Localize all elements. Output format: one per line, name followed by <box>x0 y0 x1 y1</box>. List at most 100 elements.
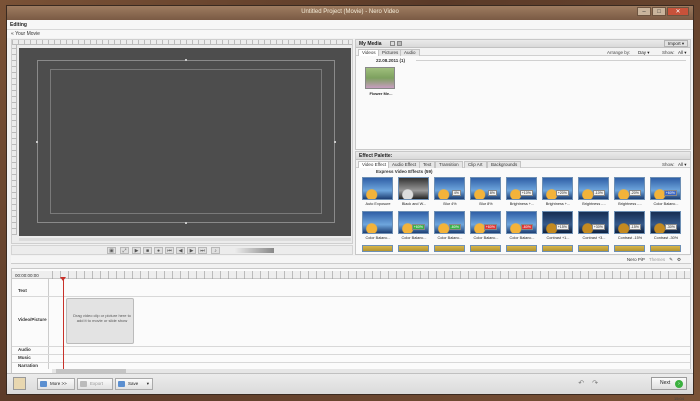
arrange-by-label: Arrange by: <box>607 50 631 55</box>
skip-start-icon[interactable]: ⏮ <box>165 247 174 254</box>
effect-item[interactable]: +60% Color Balanc... <box>648 176 684 210</box>
step-forward-icon[interactable]: ▶ <box>187 247 196 254</box>
effect-item[interactable]: +30% Contrast +3... <box>576 210 612 244</box>
tab-videos[interactable]: Videos <box>358 49 380 56</box>
timeline-ruler[interactable]: 00:00:00:00 <box>12 271 690 279</box>
settings-icon[interactable]: ⚙ <box>677 257 681 263</box>
show-select[interactable]: All ▾ <box>678 162 687 168</box>
express-video-effects-header[interactable]: Express Video Effects (59) <box>376 169 432 174</box>
effect-item[interactable]: 4% Blur 4% <box>432 176 468 210</box>
my-media-header: My Media Import ▾ <box>356 40 690 48</box>
tab-text[interactable]: Text <box>419 161 436 168</box>
nero-pip-button[interactable]: Nero PiP <box>627 257 645 263</box>
record-icon[interactable]: ● <box>154 247 163 254</box>
effect-item[interactable]: -10% Brightness -... <box>576 176 612 210</box>
effect-item[interactable]: -60% Color Balanc... <box>504 210 540 244</box>
volume-icon[interactable]: ♪ <box>211 247 220 254</box>
themes-button[interactable]: Themes <box>649 257 665 263</box>
effect-item[interactable]: +10% Brightness +... <box>504 176 540 210</box>
arrange-by-select[interactable]: Day ▾ <box>638 50 650 56</box>
app-window: Untitled Project (Movie) - Nero Video – … <box>6 5 694 395</box>
stop-icon[interactable]: ■ <box>143 247 152 254</box>
effect-item[interactable]: +20% Brightness +... <box>540 176 576 210</box>
effect-thumbnail <box>506 245 537 252</box>
playhead-marker-icon[interactable] <box>60 277 66 281</box>
undo-icon[interactable]: ↶ <box>578 379 584 387</box>
effect-item[interactable]: 8% Blur 8% <box>468 176 504 210</box>
import-button[interactable]: Import ▾ <box>664 40 688 47</box>
effect-item[interactable]: -20% Brightness -... <box>612 176 648 210</box>
step-back-icon[interactable]: ◀ <box>176 247 185 254</box>
preview-scrollbar[interactable] <box>19 238 351 241</box>
effect-item[interactable]: Auto Exposure <box>360 176 396 210</box>
fit-icon[interactable]: ⤢ <box>120 247 129 254</box>
effect-badge: -30% <box>664 224 677 230</box>
effect-label: Auto Exposure <box>365 202 391 206</box>
title-bar: Untitled Project (Movie) - Nero Video – … <box>7 6 693 20</box>
effect-thumbnail: +60% <box>650 177 681 200</box>
redo-icon[interactable]: ↷ <box>592 379 598 387</box>
export-button[interactable]: Export <box>77 378 113 390</box>
video-drop-zone[interactable]: Drag video clip or picture here to add i… <box>66 298 134 344</box>
effect-item[interactable]: +15% Contrast +1... <box>540 210 576 244</box>
tab-clip-art[interactable]: Clip Art <box>464 161 487 168</box>
effect-item[interactable]: -60% Color Balanc... <box>432 210 468 244</box>
effect-label: Contrast -30% <box>653 236 679 240</box>
preview-canvas[interactable] <box>19 48 351 236</box>
effect-item[interactable]: Black and W... <box>396 176 432 210</box>
view-grid-icon[interactable] <box>390 41 395 46</box>
effect-thumbnail <box>398 245 429 252</box>
next-button[interactable]: Next › <box>651 377 687 390</box>
effect-item[interactable]: +60% Color Balanc... <box>468 210 504 244</box>
media-thumbnail[interactable] <box>365 67 395 89</box>
effect-label: Brightness +... <box>545 202 571 206</box>
effect-item[interactable]: -30% Contrast -30% <box>648 210 684 244</box>
tab-pictures[interactable]: Pictures <box>378 49 403 56</box>
minimize-button[interactable]: – <box>637 7 651 16</box>
playhead[interactable] <box>63 278 64 373</box>
skip-end-icon[interactable]: ⏭ <box>198 247 207 254</box>
save-icon <box>118 381 125 387</box>
preview-ruler-vertical <box>12 45 17 235</box>
breadcrumb-your-movie[interactable]: « Your Movie <box>11 31 40 37</box>
breadcrumb: « Your Movie <box>7 30 693 38</box>
effect-label: Color Balanc... <box>365 236 391 240</box>
project-icon[interactable] <box>13 377 26 390</box>
more-button[interactable]: More >> <box>37 378 75 390</box>
effect-badge: -10% <box>592 190 605 196</box>
play-icon[interactable]: ▶ <box>132 247 141 254</box>
magic-wand-icon[interactable]: ✎ <box>669 257 673 263</box>
track-separator <box>12 346 690 347</box>
effect-label: Brightness -... <box>618 202 642 206</box>
save-dropdown-arrow[interactable]: ▾ <box>147 379 149 389</box>
view-list-icon[interactable] <box>397 41 402 46</box>
effect-thumbnail: +60% <box>470 211 501 234</box>
resize-handle[interactable] <box>185 222 187 224</box>
effect-item[interactable]: +60% Color Balanc... <box>396 210 432 244</box>
resize-handle[interactable] <box>185 59 187 61</box>
volume-slider[interactable] <box>234 248 274 253</box>
tab-audio[interactable]: Audio <box>400 49 420 56</box>
window-title: Untitled Project (Movie) - Nero Video <box>301 9 399 15</box>
tab-transition[interactable]: Transition <box>435 161 463 168</box>
effect-item[interactable]: -15% Contrast -15% <box>612 210 648 244</box>
tab-audio-effect[interactable]: Audio Effect <box>388 161 421 168</box>
display-mode-icon[interactable]: ▣ <box>107 247 116 254</box>
my-media-title: My Media <box>359 41 382 47</box>
save-button[interactable]: Save ▾ <box>115 378 153 390</box>
track-label-music: Music <box>18 355 31 360</box>
effect-thumbnail: +60% <box>398 211 429 234</box>
resize-handle[interactable] <box>334 141 336 143</box>
show-select[interactable]: All ▾ <box>678 50 687 56</box>
tab-backgrounds[interactable]: Backgrounds <box>487 161 522 168</box>
ruler-scale <box>52 271 690 279</box>
tab-video-effect[interactable]: Video Effect <box>358 161 391 168</box>
date-group-header[interactable]: 22.08.2011 (1) <box>376 58 405 63</box>
resize-handle[interactable] <box>36 141 38 143</box>
effect-badge: +15% <box>555 224 569 230</box>
maximize-button[interactable]: □ <box>652 7 666 16</box>
effect-item[interactable]: Color Balanc... <box>360 210 396 244</box>
clock: 15:04 <box>673 396 684 401</box>
track-separator <box>12 354 690 355</box>
close-button[interactable]: ✕ <box>667 7 689 16</box>
